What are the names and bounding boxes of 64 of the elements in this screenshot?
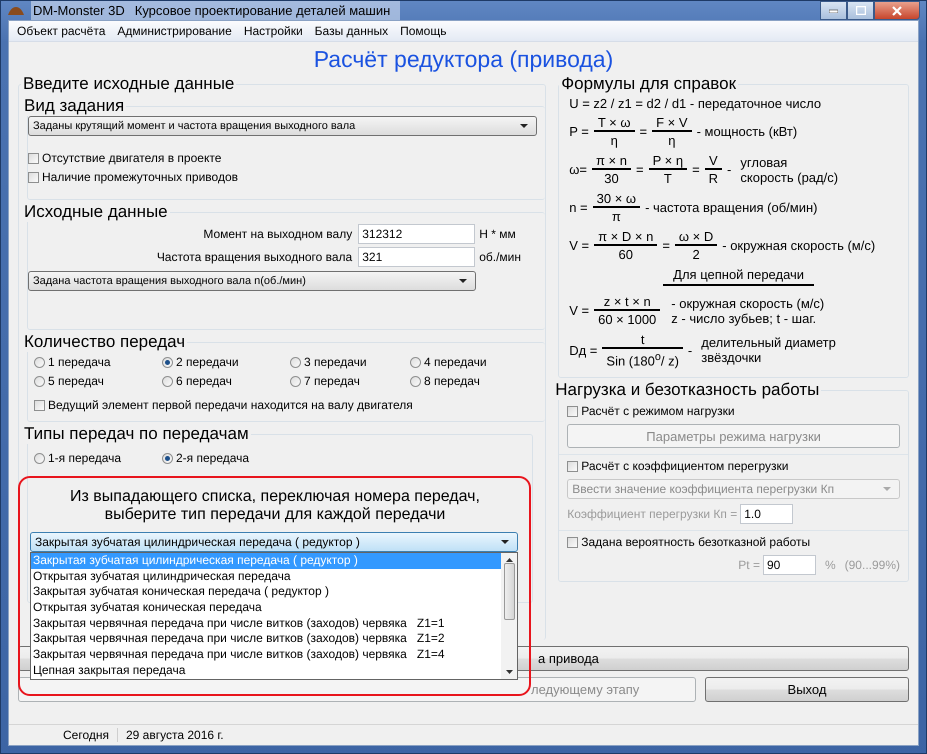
instruction-text: Из выпадающего списка, переключая номера передач, выберите тип передачи для каждой передачи: [69, 488, 481, 524]
fraction: F × V η: [652, 115, 692, 148]
formula-text: - окружная скорость (м/с): [722, 238, 876, 253]
field-label: Pt =: [738, 558, 760, 572]
group-title: Количество передач: [23, 332, 186, 352]
app-name: DM-Monster 3D: [31, 1, 125, 20]
page-title: Расчёт редуктора (привода): [312, 45, 614, 74]
unit-label: Н * мм: [479, 226, 517, 240]
unit-label: %: [824, 558, 836, 572]
formula-text: V =: [569, 303, 590, 318]
fraction: ω × D 2: [674, 229, 718, 262]
radio-label: 6 передач: [176, 374, 232, 388]
group-title: Типы передач по передачам: [23, 424, 250, 444]
radio-label: 2-я передача: [176, 451, 250, 465]
group-title: Вид задания: [23, 96, 126, 116]
group-title: Формулы для справок: [560, 74, 738, 94]
checkbox-label: Наличие промежуточных приводов: [42, 170, 238, 184]
formula-text: - мощность (кВт): [696, 124, 798, 139]
formula-text: U = z2 / z1 = d2 / d1 - передаточное число: [568, 95, 822, 113]
radio-label: 7 передач: [304, 374, 360, 388]
radio-label: 4 передачи: [424, 355, 487, 369]
formula-text: Dд =: [569, 342, 598, 358]
formula-description: - окружная скорость (м/с) z - число зубьев; t - шаг.: [670, 296, 824, 326]
formula-text: =: [640, 124, 648, 139]
status-text: 29 августа 2016 г.: [125, 728, 225, 742]
radio-label: 1-я передача: [48, 451, 122, 465]
group-title: Исходные данные: [23, 202, 169, 222]
formula-text: =: [692, 162, 700, 177]
formula-description: угловая скорость (рад/с): [739, 154, 838, 184]
status-text: Сегодня: [55, 728, 118, 742]
formula-description: делительный диаметр звёздочки: [700, 335, 836, 366]
formula-text: - частота вращения (об/мин): [645, 200, 818, 215]
formula-text: =: [636, 162, 644, 177]
window-title: Курсовое проектирование деталей машин: [124, 1, 400, 20]
radio-label: 1 передача: [48, 355, 111, 369]
checkbox-label: Задана вероятность безотказной работы: [581, 535, 810, 550]
formula-text: ω=: [569, 162, 587, 177]
field-label: Момент на выходном валу: [203, 226, 352, 240]
formula-text: =: [662, 238, 670, 253]
checkbox-label: Расчёт с режимом нагрузки: [581, 404, 735, 418]
formula-text: P =: [569, 124, 589, 139]
checkbox-label: Расчёт с коэффициентом перегрузки: [581, 459, 788, 474]
fraction: π × D × n 60: [594, 229, 658, 262]
formula-text: V =: [569, 238, 590, 253]
fraction: V R: [704, 153, 722, 186]
range-hint: (90...99%): [844, 558, 900, 572]
formula-text: n =: [569, 200, 588, 215]
checkbox-label: Отсутствие двигателя в проекте: [42, 151, 222, 165]
group-title: Введите исходные данные: [22, 74, 236, 94]
radio-label: 5 передач: [48, 374, 104, 388]
radio-label: 2 передачи: [176, 355, 239, 369]
group-title: Нагрузка и безотказность работы: [554, 380, 820, 400]
checkbox-label: Ведущий элемент первой передачи находится на валу двигателя: [48, 398, 413, 412]
radio-label: 8 передач: [424, 374, 480, 388]
fraction: P × η T: [648, 153, 688, 186]
fraction: t Sin (180$^{o}$/ z): [602, 332, 683, 368]
formula-heading: Для цепной передачи: [663, 267, 814, 286]
fraction: π × n 30: [592, 153, 631, 186]
unit-label: об./мин: [479, 250, 522, 264]
formula-text: -: [688, 342, 692, 358]
radio-label: 3 передачи: [304, 355, 367, 369]
formula-text: -: [727, 162, 732, 177]
field-label: Коэффициент перегрузки Кп =: [567, 507, 738, 522]
field-label: Частота вращения выходного вала: [156, 250, 352, 264]
